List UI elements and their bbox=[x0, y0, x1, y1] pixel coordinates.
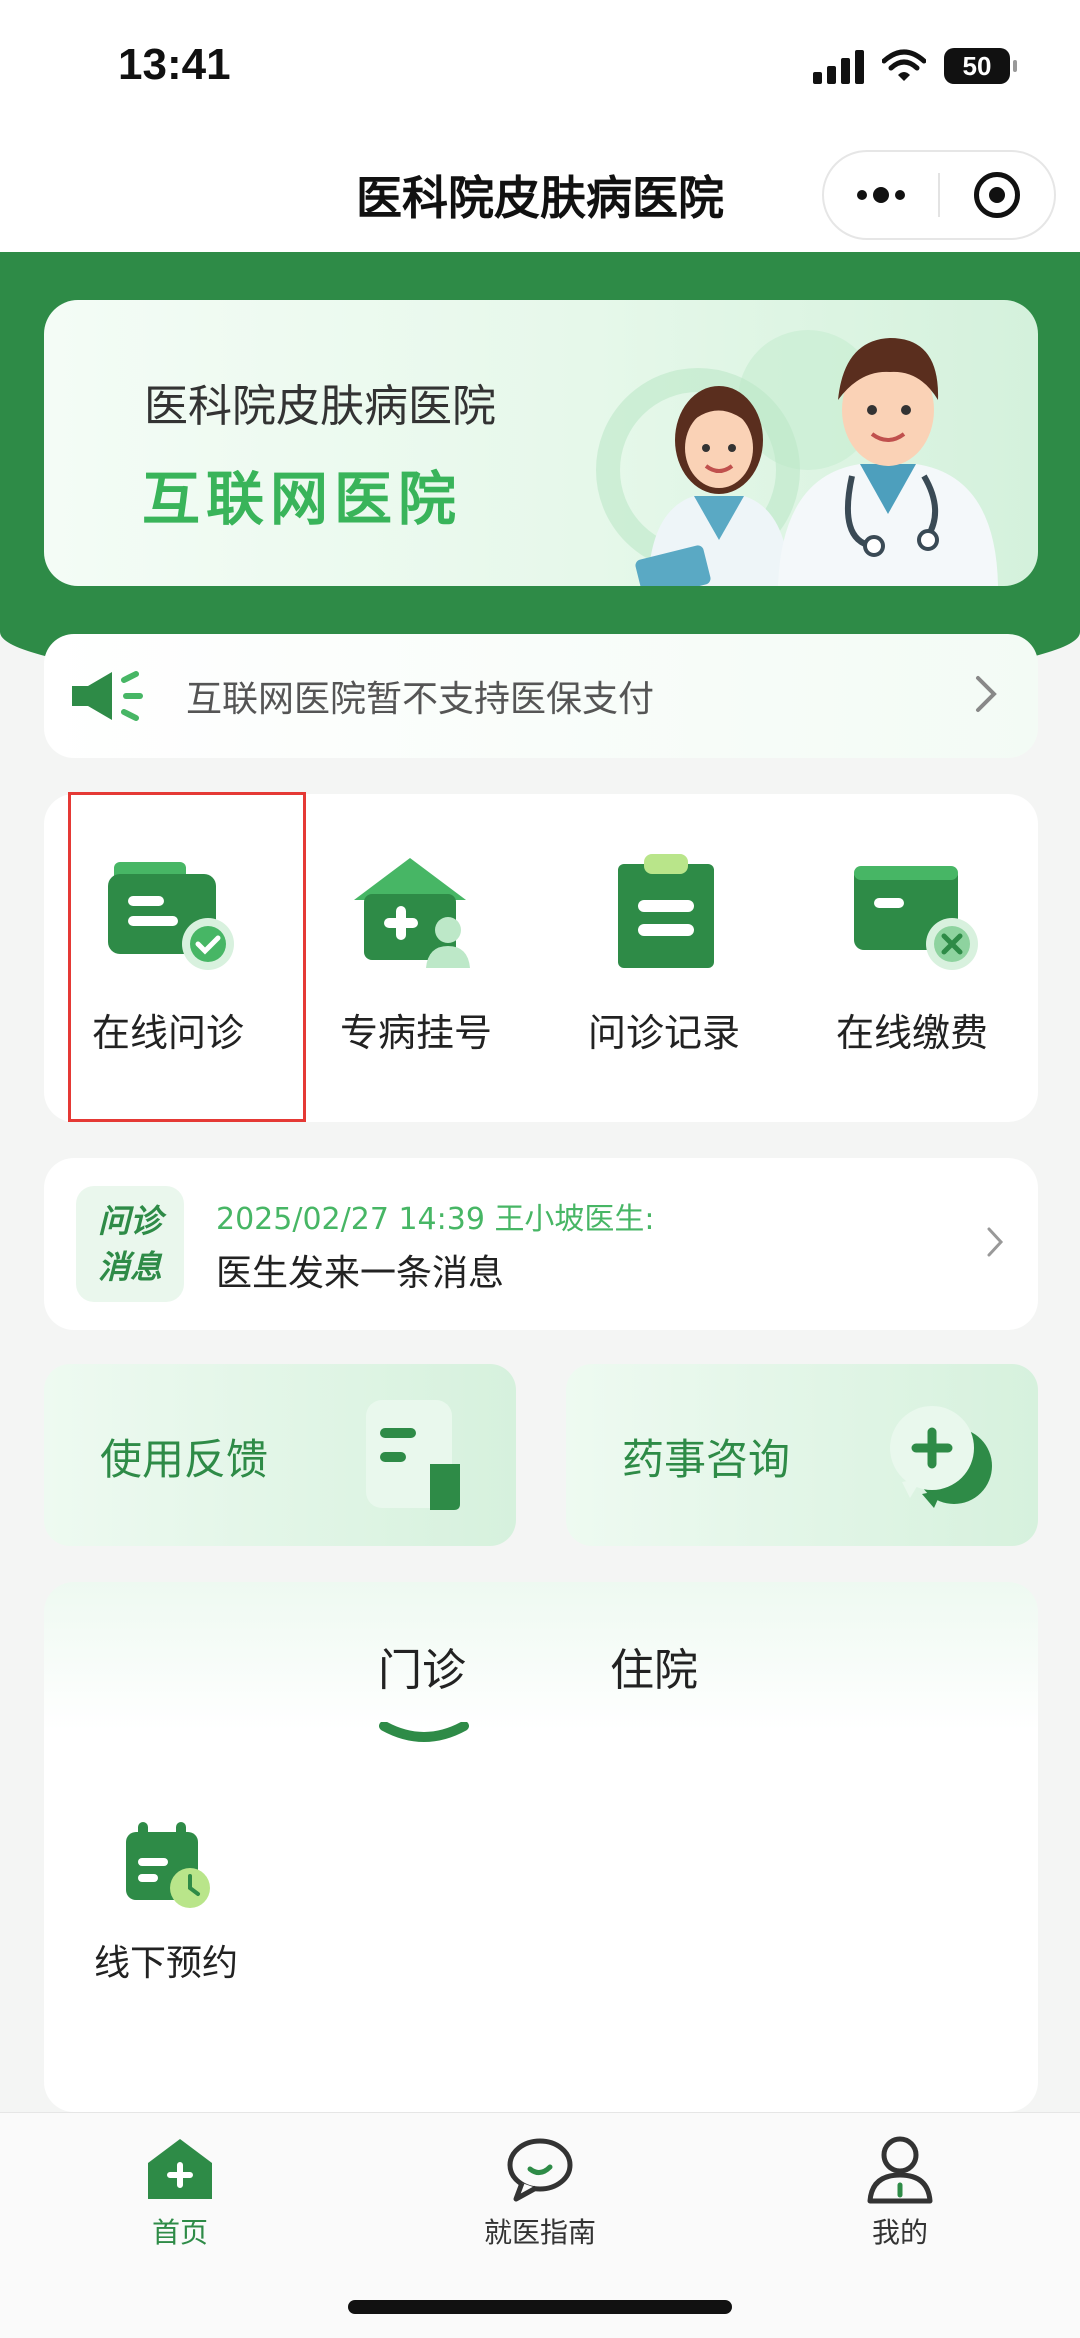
payment-wallet-icon bbox=[854, 866, 978, 970]
register-house-plus-icon bbox=[354, 858, 470, 968]
cellular-signal-icon bbox=[813, 48, 864, 84]
care-tabs-card: 门诊 住院 线下预约 bbox=[44, 1582, 1038, 2112]
calendar-clock-icon bbox=[126, 1822, 210, 1908]
message-text: 医生发来一条消息 bbox=[216, 1253, 505, 1294]
chevron-right-icon bbox=[976, 676, 997, 712]
consult-message-card[interactable]: 问诊 消息 2025/02/27 14:39 王小坡医生: 医生发来一条消息 bbox=[44, 1158, 1038, 1330]
service-online-payment[interactable]: 在线缴费 bbox=[788, 794, 1036, 1122]
service-label: 专病挂号 bbox=[339, 1011, 492, 1055]
mini-program-capsule bbox=[822, 150, 1056, 240]
wifi-icon bbox=[882, 49, 926, 81]
record-clipboard-icon bbox=[618, 854, 714, 968]
guide-chat-icon bbox=[507, 2138, 573, 2202]
service-consult-records[interactable]: 问诊记录 bbox=[540, 794, 788, 1122]
message-badge: 问诊 消息 bbox=[76, 1186, 184, 1302]
battery-icon: 50 bbox=[944, 48, 1017, 84]
close-mini-program-button[interactable] bbox=[940, 152, 1054, 238]
message-meta: 2025/02/27 14:39 王小坡医生: bbox=[216, 1202, 655, 1237]
target-icon bbox=[974, 172, 1020, 218]
nav-bar: 医科院皮肤病医院 bbox=[0, 140, 1080, 252]
service-specialty-register[interactable]: 专病挂号 bbox=[292, 794, 540, 1122]
notice-bar[interactable]: 互联网医院暂不支持医保支付 bbox=[44, 634, 1038, 758]
pharmacy-chat-plus-icon bbox=[890, 1406, 992, 1508]
megaphone-icon bbox=[72, 671, 143, 721]
status-time: 13:41 bbox=[118, 40, 231, 89]
more-button[interactable] bbox=[824, 152, 938, 238]
doctors-illustration bbox=[596, 330, 998, 586]
tab-guide[interactable]: 就医指南 bbox=[420, 2125, 660, 2255]
tab-inpatient[interactable]: 住院 bbox=[610, 1634, 698, 1698]
pharmacy-consult-card[interactable]: 药事咨询 bbox=[566, 1364, 1038, 1546]
banner-title: 医科院皮肤病医院 bbox=[144, 381, 496, 432]
feedback-document-icon bbox=[366, 1400, 460, 1510]
tab-profile[interactable]: 我的 bbox=[780, 2125, 1020, 2255]
message-badge-line: 消息 bbox=[97, 1248, 162, 1286]
more-dots-icon bbox=[857, 187, 905, 203]
banner-subtitle: 互联网医院 bbox=[142, 465, 463, 533]
hospital-banner[interactable]: 医科院皮肤病医院 互联网医院 bbox=[44, 300, 1038, 586]
quick-link-label: 使用反馈 bbox=[100, 1435, 269, 1484]
service-label: 在线缴费 bbox=[835, 1011, 988, 1055]
status-icons: 50 bbox=[813, 48, 1017, 84]
tab-home-label: 首页 bbox=[151, 2216, 208, 2249]
service-label: 问诊记录 bbox=[587, 1011, 740, 1055]
tab-outpatient[interactable]: 门诊 bbox=[378, 1634, 466, 1698]
home-icon bbox=[148, 2139, 212, 2199]
chevron-right-icon bbox=[987, 1227, 1004, 1257]
home-indicator bbox=[348, 2300, 732, 2314]
message-badge-line: 问诊 bbox=[97, 1202, 162, 1240]
tab-home[interactable]: 首页 bbox=[60, 2125, 300, 2255]
highlight-box bbox=[68, 792, 306, 1122]
notice-text: 互联网医院暂不支持医保支付 bbox=[186, 679, 655, 720]
status-bar: 13:41 50 bbox=[0, 0, 1080, 140]
tab-guide-label: 就医指南 bbox=[483, 2216, 596, 2249]
active-tab-indicator bbox=[379, 1722, 469, 1742]
quick-link-label: 药事咨询 bbox=[622, 1435, 791, 1484]
feedback-card[interactable]: 使用反馈 bbox=[44, 1364, 516, 1546]
profile-person-icon bbox=[867, 2136, 933, 2204]
tab-profile-label: 我的 bbox=[871, 2216, 928, 2249]
offline-booking-label: 线下预约 bbox=[94, 1943, 239, 1984]
